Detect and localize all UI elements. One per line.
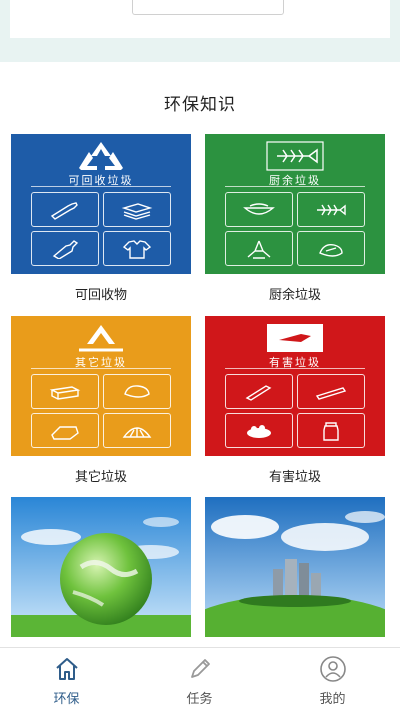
peel-icon: [225, 231, 293, 266]
top-action-button[interactable]: [132, 0, 284, 15]
fishbone-icon: [266, 141, 324, 171]
card-header: 其它垃圾: [11, 316, 191, 369]
paper-stack-icon: [103, 192, 171, 227]
recycle-icon: [79, 142, 123, 170]
plastic-bottle-icon: [31, 231, 99, 266]
kitchen-waste-caption: 厨余垃圾: [268, 288, 321, 303]
divider: [225, 186, 365, 187]
divider: [31, 368, 171, 369]
hazardous-waste-card[interactable]: 有害垃圾: [205, 316, 385, 456]
ceramic-icon: [103, 374, 171, 409]
top-card: [10, 0, 390, 38]
tab-label: 任务: [186, 692, 213, 707]
city-hill-image[interactable]: [205, 497, 385, 637]
user-icon: [319, 656, 346, 682]
top-panel: [0, 0, 400, 62]
hazardous-waste-caption: 有害垃圾: [268, 470, 321, 485]
hazard-icon: [267, 324, 323, 352]
brick-icon: [31, 374, 99, 409]
green-globe-image[interactable]: [11, 497, 191, 637]
other-waste-caption: 其它垃圾: [74, 470, 127, 485]
tab-label: 环保: [53, 692, 80, 707]
pencil-icon: [190, 659, 210, 678]
card-header: 可回收垃圾: [11, 134, 191, 187]
fish-skeleton-icon: [297, 192, 365, 227]
vegetable-icon: [297, 231, 365, 266]
divider: [31, 186, 171, 187]
card-header: 有害垃圾: [205, 316, 385, 369]
pills-icon: [225, 413, 293, 448]
recyclable-card[interactable]: 可回收垃圾: [11, 134, 191, 274]
arrows-triangle-icon: [79, 325, 123, 352]
tab-label: 我的: [319, 692, 346, 707]
tab-renwu[interactable]: 任务: [133, 648, 266, 710]
kitchen-waste-card[interactable]: 厨余垃圾: [205, 134, 385, 274]
recyclable-caption: 可回收物: [74, 288, 127, 303]
bottom-tab-bar: 环保 任务 我的: [0, 647, 400, 710]
divider: [225, 368, 365, 369]
shell-icon: [103, 413, 171, 448]
medicine-bottle-icon: [297, 413, 365, 448]
section-title: 环保知识: [164, 95, 236, 115]
clothes-icon: [103, 231, 171, 266]
fluorescent-tube-icon: [297, 374, 365, 409]
tab-huanbao[interactable]: 环保: [0, 648, 133, 710]
home-icon: [55, 658, 78, 680]
tab-wode[interactable]: 我的: [266, 648, 399, 710]
bowl-icon: [225, 192, 293, 227]
card-header: 厨余垃圾: [205, 134, 385, 187]
bottle-icon: [31, 192, 99, 227]
tissue-icon: [31, 413, 99, 448]
battery-icon: [225, 374, 293, 409]
other-waste-card[interactable]: 其它垃圾: [11, 316, 191, 456]
